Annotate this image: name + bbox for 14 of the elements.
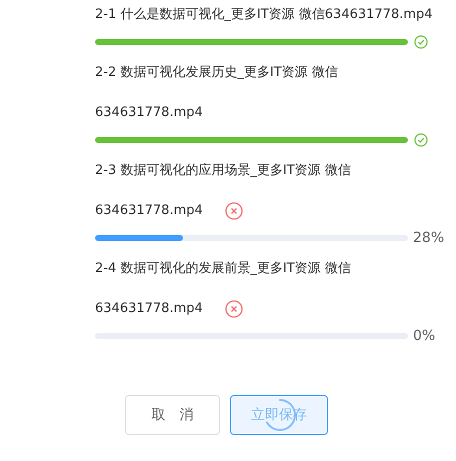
close-icon[interactable] bbox=[224, 300, 243, 318]
check-circle-icon bbox=[414, 133, 428, 147]
file-name: 2-3 数据可视化的应用场景_更多IT资源 微信 bbox=[95, 162, 351, 180]
file-name: 2-1 什么是数据可视化_更多IT资源 微信634631778.mp4 bbox=[95, 6, 433, 24]
progress-percent: 28% bbox=[413, 230, 444, 246]
check-circle-icon bbox=[414, 35, 428, 49]
cancel-button[interactable]: 取 消 bbox=[125, 395, 220, 435]
progress-percent: 0% bbox=[413, 328, 436, 344]
file-name: 634631778.mp4 bbox=[95, 104, 203, 122]
close-icon[interactable] bbox=[224, 202, 243, 220]
file-name: 634631778.mp4 bbox=[95, 300, 203, 318]
file-name: 634631778.mp4 bbox=[95, 202, 203, 220]
file-name: 2-4 数据可视化的发展前景_更多IT资源 微信 bbox=[95, 260, 351, 278]
file-name: 2-2 数据可视化发展历史_更多IT资源 微信 bbox=[95, 64, 338, 82]
